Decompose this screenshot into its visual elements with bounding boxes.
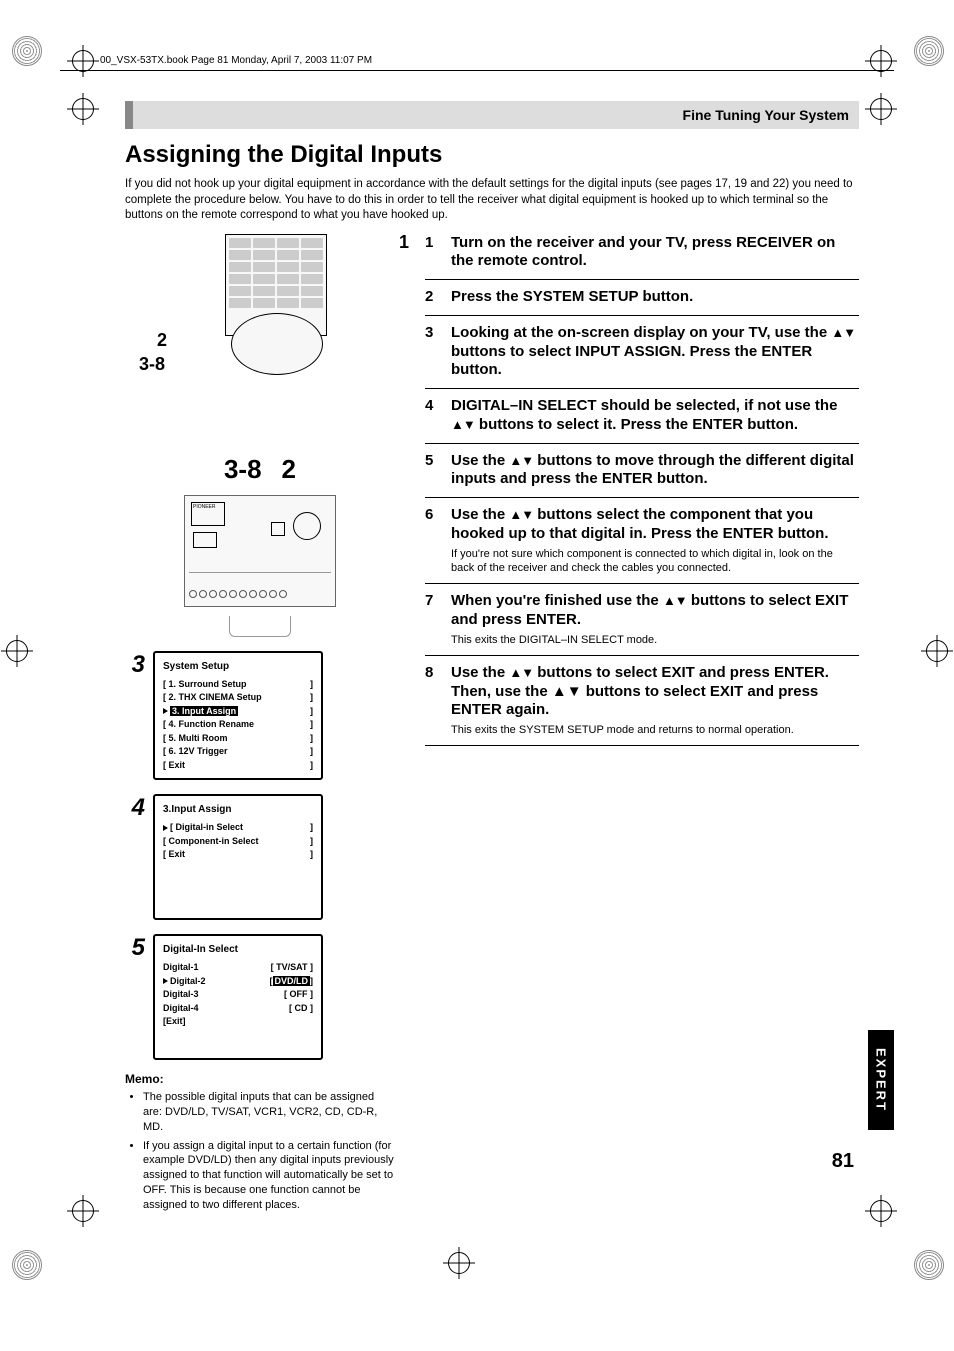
crop-mark-icon (870, 50, 892, 72)
up-down-arrows-icon: ▲▼ (509, 665, 533, 680)
spiral-binding-icon (12, 1250, 42, 1280)
remote-diagram: 1 2 3-8 (185, 234, 385, 394)
step-row: 6Use the ▲▼ buttons select the component… (425, 498, 859, 584)
memo-item: If you assign a digital input to a certa… (143, 1139, 395, 1213)
step-subtext: This exits the DIGITAL–IN SELECT mode. (451, 633, 859, 647)
diagram-ref-2: 2 (157, 330, 167, 351)
diagram-ref-row-right: 2 (282, 454, 296, 485)
step-title: Press the SYSTEM SETUP button. (451, 288, 859, 307)
receiver-diagram: PIONEER (184, 495, 336, 607)
step-title: When you're finished use the ▲▼ buttons … (451, 592, 859, 630)
intro-paragraph: If you did not hook up your digital equi… (125, 177, 859, 224)
crop-mark-icon (448, 1252, 470, 1274)
volume-knob-icon (293, 512, 321, 540)
crop-mark-icon (870, 98, 892, 120)
memo-list: The possible digital inputs that can be … (125, 1090, 395, 1213)
page-number: 81 (832, 1150, 854, 1173)
crop-mark-icon (870, 1200, 892, 1222)
step-subtext: If you're not sure which component is co… (451, 547, 859, 576)
step-row: 4DIGITAL–IN SELECT should be selected, i… (425, 389, 859, 444)
steps-column: 1Turn on the receiver and your TV, press… (425, 234, 859, 1217)
osd-ref-num-4: 4 (125, 794, 145, 822)
up-down-arrows-icon: ▲▼ (663, 593, 687, 608)
book-header-line: 00_VSX-53TX.book Page 81 Monday, April 7… (0, 0, 954, 66)
spiral-binding-icon (914, 1250, 944, 1280)
osd-screen-3: 3 System Setup[ 1. Surround Setup][ 2. T… (125, 651, 395, 781)
crop-mark-icon (72, 98, 94, 120)
crop-mark-icon (72, 1200, 94, 1222)
step-title: Use the ▲▼ buttons to move through the d… (451, 452, 859, 490)
up-down-arrows-icon: ▲▼ (451, 417, 475, 432)
step-title: Use the ▲▼ buttons select the component … (451, 506, 859, 544)
up-down-arrows-icon: ▲▼ (509, 453, 533, 468)
crop-mark-icon (72, 50, 94, 72)
up-down-arrows-icon: ▲▼ (831, 325, 855, 340)
spiral-binding-icon (914, 36, 944, 66)
spiral-binding-icon (12, 36, 42, 66)
step-row: 3Looking at the on-screen display on you… (425, 316, 859, 389)
step-number: 6 (425, 506, 443, 575)
step-title: Looking at the on-screen display on your… (451, 324, 859, 380)
step-row: 2 Press the SYSTEM SETUP button. (425, 280, 859, 316)
osd-ref-num-3: 3 (125, 651, 145, 679)
step-number: 8 (425, 664, 443, 738)
receiver-brand-label: PIONEER (191, 502, 225, 526)
memo-item: The possible digital inputs that can be … (143, 1090, 395, 1135)
diagram-ref-row: 3-8 2 (125, 454, 395, 485)
receiver-foot-icon (229, 616, 291, 637)
memo-heading: Memo: (125, 1072, 395, 1086)
header-rule (60, 70, 894, 71)
panel-button-icon (271, 522, 285, 536)
crop-mark-icon (926, 640, 948, 662)
up-down-arrows-icon: ▲▼ (509, 507, 533, 522)
step-row: 7When you're finished use the ▲▼ buttons… (425, 584, 859, 656)
section-banner: Fine Tuning Your System (125, 101, 859, 129)
diagram-ref-1: 1 (399, 232, 409, 253)
step-row: 1Turn on the receiver and your TV, press… (425, 234, 859, 281)
step-title: Use the ▲▼ buttons to select EXIT and pr… (451, 664, 859, 720)
step-title: Turn on the receiver and your TV, press … (451, 234, 859, 272)
tray-icon (193, 532, 217, 548)
page-title: Assigning the Digital Inputs (125, 141, 859, 169)
osd-screen-5: 5 Digital-In SelectDigital-1[ TV/SAT ]Di… (125, 934, 395, 1060)
crop-mark-icon (6, 640, 28, 662)
step-title: DIGITAL–IN SELECT should be selected, if… (451, 397, 859, 435)
osd-screen-4: 4 3.Input Assign[ Digital-in Select][ Co… (125, 794, 395, 920)
step-number: 3 (425, 324, 443, 380)
step-number: 7 (425, 592, 443, 647)
step-row: 8Use the ▲▼ buttons to select EXIT and p… (425, 656, 859, 747)
section-banner-title: Fine Tuning Your System (133, 101, 859, 129)
step-number: 2 (425, 288, 443, 307)
step-number: 5 (425, 452, 443, 490)
step-number: 4 (425, 397, 443, 435)
diagram-ref-row-left: 3-8 (224, 454, 262, 485)
side-tab-expert: EXPERT (868, 1030, 894, 1130)
step-subtext: This exits the SYSTEM SETUP mode and ret… (451, 723, 859, 737)
diagram-ref-3: 3-8 (139, 354, 165, 375)
step-row: 5Use the ▲▼ buttons to move through the … (425, 444, 859, 499)
step-number: 1 (425, 234, 443, 272)
osd-ref-num-5: 5 (125, 934, 145, 962)
